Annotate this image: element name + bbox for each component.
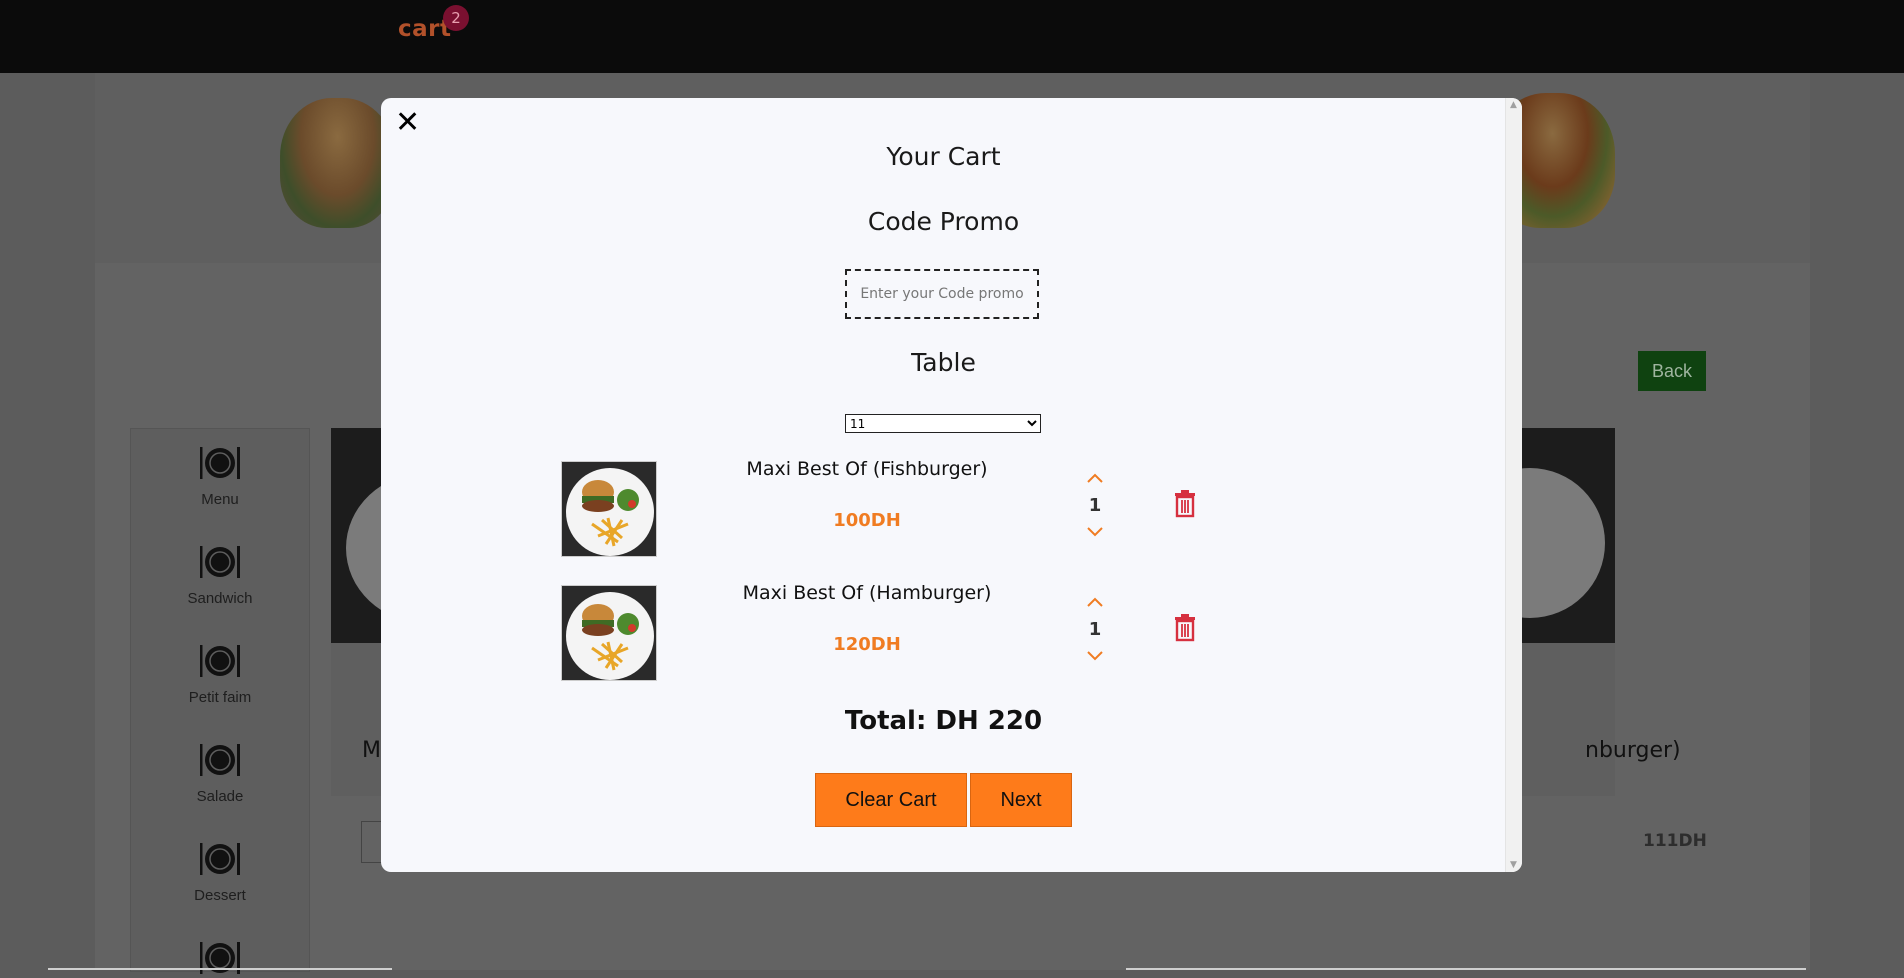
sidebar-item-sandwich[interactable]: Sandwich [131, 542, 309, 607]
cart-item-quantity: 1 [1088, 619, 1102, 640]
sidebar-item-label: Salade [196, 788, 244, 805]
chevron-down-icon[interactable] [1083, 523, 1107, 541]
chevron-up-icon[interactable] [1083, 469, 1107, 487]
burger-fries-image [562, 586, 656, 680]
plate-cutlery-icon [200, 546, 240, 578]
sidebar-item-label: Dessert [194, 887, 246, 904]
sidebar-item-label: Menu [201, 491, 239, 508]
cart-count-badge: 2 [443, 5, 469, 31]
next-button[interactable]: Next [970, 773, 1072, 827]
promo-heading: Code Promo [867, 207, 1020, 236]
cart-item-image [561, 461, 657, 557]
cart-item-price: 100DH [833, 510, 901, 531]
plate-cutlery-icon [200, 645, 240, 677]
plate-cutlery-icon [200, 843, 240, 875]
chevron-up-icon[interactable] [1083, 593, 1107, 611]
top-navbar: cart 2 [0, 0, 1904, 73]
cart-item-name: Maxi Best Of (Hamburger) [742, 582, 992, 604]
cart-item-quantity: 1 [1088, 495, 1102, 516]
trash-icon[interactable] [1172, 488, 1198, 518]
burger-image-left [280, 98, 395, 228]
category-sidebar: Menu Sandwich Petit faim Salade Dessert [130, 428, 310, 974]
scroll-down-arrow[interactable]: ▼ [1510, 860, 1517, 870]
trash-icon[interactable] [1172, 612, 1198, 642]
sidebar-item-more[interactable] [131, 938, 309, 978]
chevron-down-icon[interactable] [1083, 647, 1107, 665]
cart-item-name: Maxi Best Of (Fishburger) [746, 458, 988, 480]
product-title: M [362, 738, 381, 763]
plate-cutlery-icon [200, 447, 240, 479]
clear-cart-button[interactable]: Clear Cart [815, 773, 967, 827]
close-icon[interactable]: ✕ [395, 108, 420, 138]
sidebar-item-dessert[interactable]: Dessert [131, 839, 309, 904]
cart-modal: ✕ ▲ ▼ Your Cart Code Promo Table 11 Maxi… [381, 98, 1522, 872]
cart-title: Your Cart [886, 142, 1001, 171]
cart-item-image [561, 585, 657, 681]
sidebar-item-menu[interactable]: Menu [131, 443, 309, 508]
sidebar-item-label: Sandwich [187, 590, 253, 607]
cart-total: Total: DH 220 [844, 706, 1043, 736]
table-heading: Table [911, 348, 976, 377]
plate-cutlery-icon [200, 942, 240, 974]
sidebar-item-salade[interactable]: Salade [131, 740, 309, 805]
scroll-up-arrow[interactable]: ▲ [1510, 100, 1517, 110]
back-button[interactable]: Back [1638, 351, 1706, 391]
product-price: 111DH [1643, 831, 1707, 851]
promo-code-input[interactable] [845, 269, 1039, 319]
sidebar-item-petit-faim[interactable]: Petit faim [131, 641, 309, 706]
product-title: nburger) [1585, 738, 1681, 763]
cart-item-price: 120DH [833, 634, 901, 655]
burger-fries-image [562, 462, 656, 556]
table-select[interactable]: 11 [845, 414, 1041, 433]
sidebar-item-label: Petit faim [188, 689, 252, 706]
modal-scrollbar[interactable]: ▲ ▼ [1505, 98, 1522, 872]
plate-cutlery-icon [200, 744, 240, 776]
